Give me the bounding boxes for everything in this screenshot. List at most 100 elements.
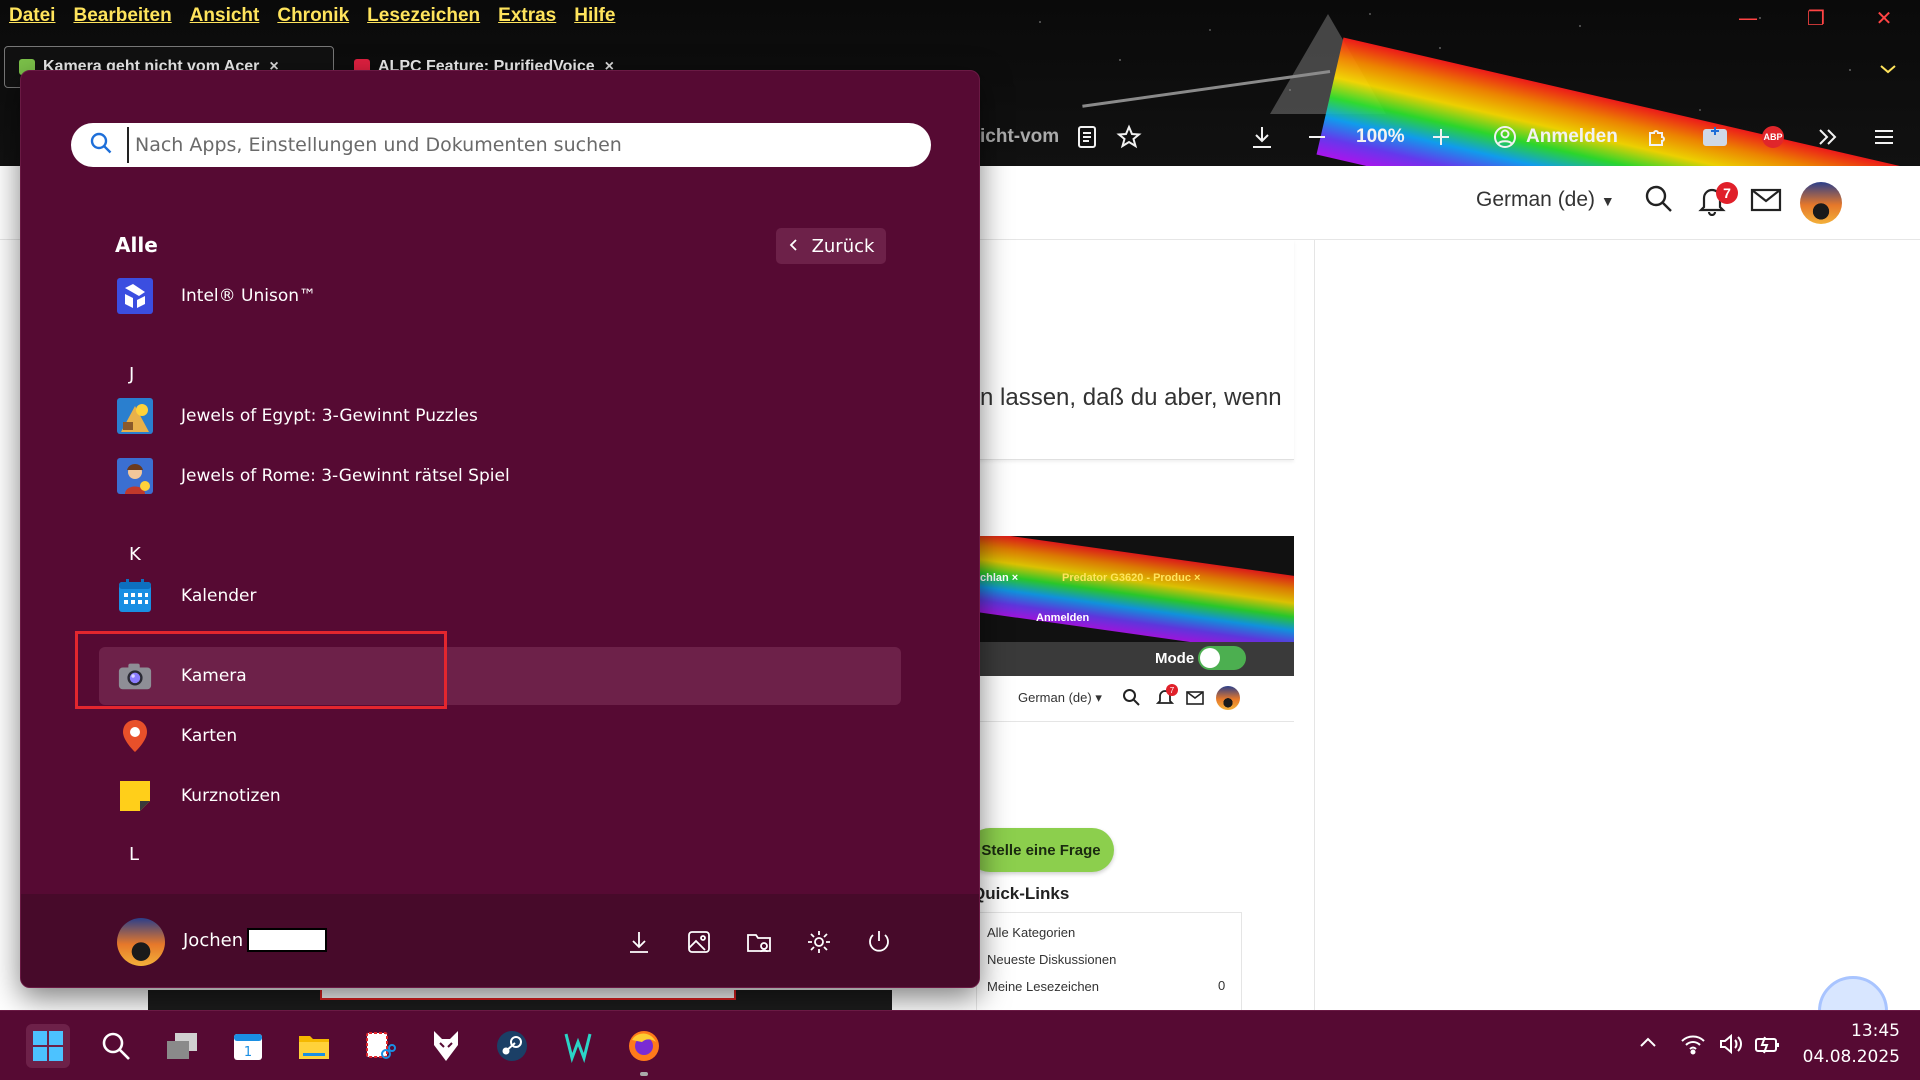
minimize-button[interactable]: — (1728, 4, 1768, 32)
search-icon (89, 131, 113, 159)
pictures-icon[interactable] (685, 928, 713, 956)
wifi-icon[interactable] (1680, 1033, 1706, 1059)
menu-extras[interactable]: Extras (498, 5, 556, 27)
app-label: Jewels of Egypt: 3-Gewinnt Puzzles (181, 406, 478, 426)
search-icon[interactable] (94, 1024, 138, 1068)
extensions-puzzle-icon[interactable] (1646, 112, 1670, 162)
file-explorer-icon[interactable] (292, 1024, 336, 1068)
app-label: Jewels of Rome: 3-Gewinnt rätsel Spiel (181, 466, 510, 486)
redacted-surname (247, 928, 327, 952)
close-button[interactable]: ✕ (1864, 4, 1904, 32)
app-kurznotizen[interactable]: Kurznotizen (99, 767, 901, 825)
bookmark-star-icon[interactable] (1116, 112, 1142, 162)
download-icon[interactable] (625, 928, 653, 956)
letter-header-k[interactable]: K (129, 544, 141, 565)
power-icon[interactable] (865, 928, 893, 956)
caret-down-icon: ▼ (1600, 193, 1615, 209)
taskbar: 1 13:45 04.08.2025 (0, 1010, 1920, 1080)
volume-icon[interactable] (1718, 1033, 1744, 1059)
url-fragment[interactable]: icht-vom (980, 112, 1059, 162)
post-card (960, 240, 1294, 460)
quicklink-bookmarks[interactable]: Meine Lesezeichen (987, 979, 1099, 994)
downloads-icon[interactable] (1250, 112, 1274, 162)
site-search-icon[interactable] (1644, 184, 1674, 218)
user-avatar[interactable] (117, 918, 165, 966)
app-label: Kurznotizen (181, 786, 281, 806)
screenshot-tab-text: Predator G3620 - Produc × (1062, 572, 1201, 584)
letter-header-l[interactable]: L (129, 844, 139, 865)
menu-datei[interactable]: Datei (9, 5, 55, 27)
menu-chronik[interactable]: Chronik (277, 5, 349, 27)
zoom-level[interactable]: 100% (1356, 112, 1405, 162)
app-kalender[interactable]: Kalender (99, 567, 901, 625)
file-explorer-icon[interactable] (745, 928, 773, 956)
screenshot-mail-icon (1186, 690, 1204, 709)
screenshot-search-icon (1122, 688, 1140, 710)
start-icon[interactable] (26, 1024, 70, 1068)
battery-icon[interactable] (1754, 1033, 1782, 1061)
firefox-icon[interactable] (622, 1024, 666, 1068)
messages-envelope-icon[interactable] (1750, 188, 1782, 216)
reader-view-icon[interactable] (1076, 112, 1098, 162)
site-avatar[interactable] (1800, 182, 1842, 224)
chevron-up-icon[interactable] (1638, 1033, 1658, 1057)
zoom-in-icon[interactable] (1430, 112, 1452, 162)
falkon-icon[interactable] (424, 1024, 468, 1068)
menu-ansicht[interactable]: Ansicht (190, 5, 260, 27)
chevron-left-icon (788, 236, 798, 257)
screenshot-badge: 7 (1166, 684, 1178, 696)
menu-hilfe[interactable]: Hilfe (574, 5, 615, 27)
clock-date[interactable]: 04.08.2025 (1780, 1047, 1900, 1067)
ask-question-button[interactable]: Stelle eine Frage (968, 828, 1114, 872)
restore-button[interactable]: ❐ (1796, 4, 1836, 32)
language-selector[interactable]: German (de) ▼ (1476, 188, 1615, 212)
app-label: Kalender (181, 586, 257, 606)
app-karten[interactable]: Karten (99, 707, 901, 765)
container-tab-icon[interactable] (1702, 112, 1728, 162)
menu-bearbeiten[interactable]: Bearbeiten (73, 5, 171, 27)
svg-text:1: 1 (244, 1045, 252, 1060)
clock-time[interactable]: 13:45 (1800, 1021, 1900, 1041)
user-name[interactable]: Jochen (183, 930, 243, 951)
zoom-out-icon[interactable] (1306, 112, 1328, 162)
bookmark-count: 0 (1218, 978, 1226, 993)
post-text: n lassen, daß du aber, wenn (980, 384, 1282, 411)
tab-list-chevron-icon[interactable] (1878, 60, 1898, 81)
back-label: Zurück (811, 235, 875, 257)
screenshot-header: German (de) ▾ 7 (980, 676, 1294, 722)
mode-label: Mode (1155, 650, 1195, 667)
start-search-box[interactable] (71, 123, 931, 167)
adblock-plus-icon[interactable]: ABP (1762, 112, 1784, 162)
signin-button[interactable]: Anmelden (1492, 112, 1618, 162)
account-icon (1494, 126, 1516, 148)
screenshot-signin: Anmelden (1036, 612, 1090, 624)
calendar-icon[interactable]: 1 (226, 1024, 270, 1068)
calendar-icon (117, 578, 153, 614)
column-divider (1314, 240, 1315, 1010)
sticky-notes-icon (117, 778, 153, 814)
steam-icon[interactable] (490, 1024, 534, 1068)
letter-header-j[interactable]: J (129, 364, 134, 385)
hamburger-menu-icon[interactable] (1872, 112, 1896, 162)
maps-icon (117, 718, 153, 754)
menu-lesezeichen[interactable]: Lesezeichen (367, 5, 480, 27)
start-menu: Alle Zurück Intel® Unison™ J Jewels of E… (20, 70, 980, 988)
predator-sense-icon[interactable] (556, 1024, 600, 1068)
back-button[interactable]: Zurück (776, 228, 886, 264)
screenshot-tab-text: chlan × (980, 572, 1019, 584)
menu-bar: Datei Bearbeiten Ansicht Chronik Lesezei… (0, 0, 615, 32)
quicklinks-box: Alle Kategorien Neueste Diskussionen Mei… (976, 912, 1242, 1010)
snipping-tool-icon[interactable] (358, 1024, 402, 1068)
quicklink-all-categories[interactable]: Alle Kategorien (987, 925, 1075, 940)
task-view-icon[interactable] (160, 1024, 204, 1068)
settings-icon[interactable] (805, 928, 833, 956)
app-jewels-of-rome[interactable]: Jewels of Rome: 3-Gewinnt rätsel Spiel (99, 447, 901, 505)
quicklink-latest[interactable]: Neueste Diskussionen (987, 952, 1116, 967)
jewels-egypt-icon (117, 398, 153, 434)
start-search-input[interactable] (127, 127, 907, 163)
screenshot-avatar (1216, 686, 1240, 710)
overflow-chevrons-icon[interactable] (1816, 112, 1840, 162)
app-jewels-of-egypt[interactable]: Jewels of Egypt: 3-Gewinnt Puzzles (99, 387, 901, 445)
app-intel-unison[interactable]: Intel® Unison™ (99, 267, 901, 325)
mode-toggle (1198, 646, 1246, 670)
